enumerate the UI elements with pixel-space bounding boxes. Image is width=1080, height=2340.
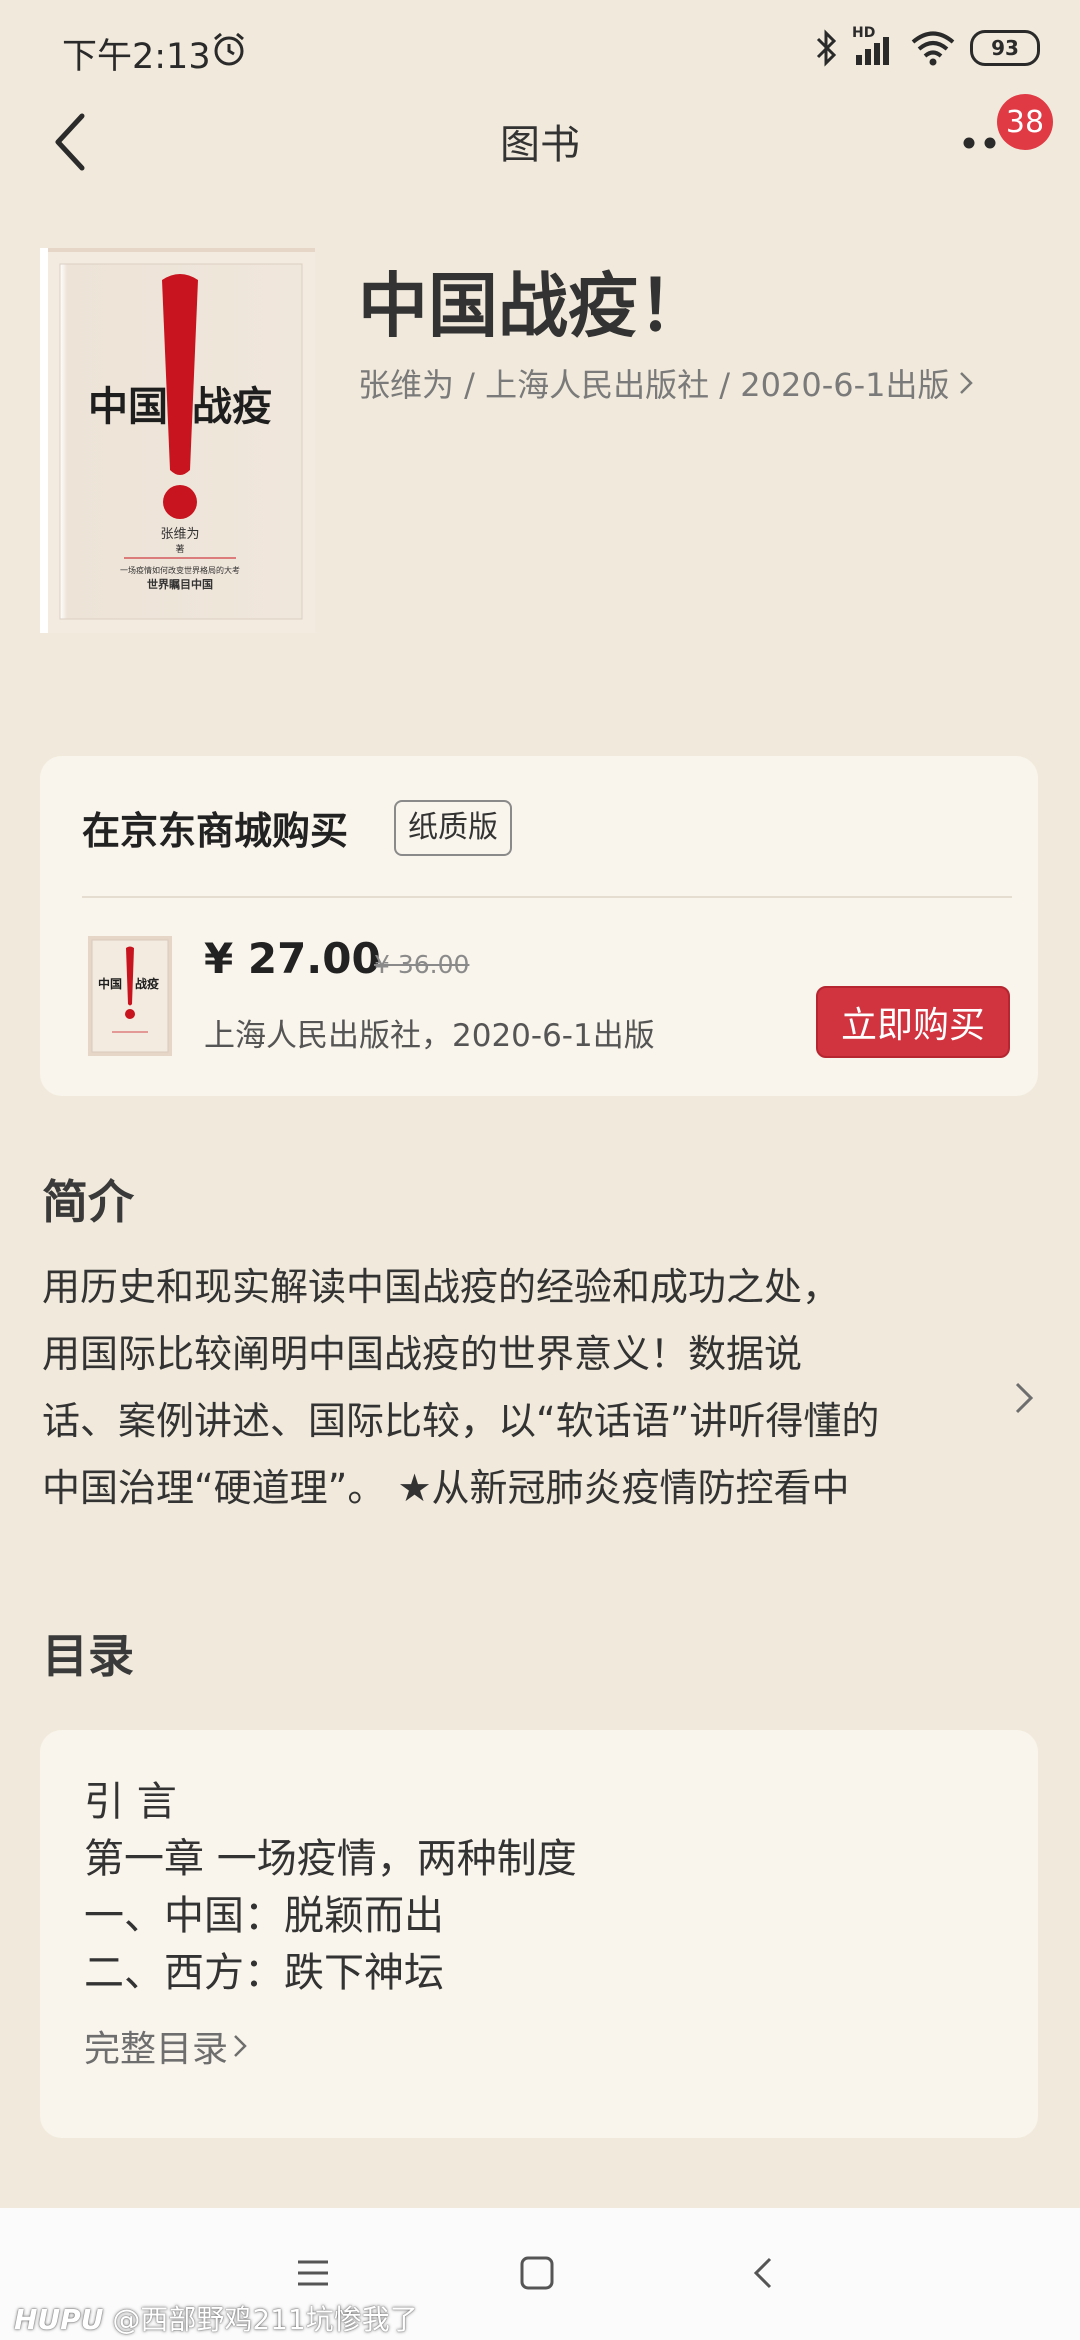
intro-text[interactable]: 用历史和现实解读中国战疫的经验和成功之处， 用国际比较阐明中国战疫的世界意义！数… [42, 1254, 992, 1522]
toc-item: 一、中国：脱颖而出 [84, 1893, 444, 1939]
intro-line: 用历史和现实解读中国战疫的经验和成功之处， [42, 1265, 841, 1309]
intro-expand-chevron-icon[interactable] [1012, 1378, 1036, 1418]
more-options-icon[interactable] [962, 136, 1006, 150]
status-icons: HD 93 [814, 25, 1040, 68]
cover-tagline: 一场疫情如何改变世界格局的大考 [120, 565, 240, 575]
cell-signal-icon: HD [852, 25, 896, 67]
thumb-title-left: 中国 [98, 976, 122, 991]
battery-level: 93 [991, 36, 1019, 60]
alarm-icon [214, 32, 244, 66]
wifi-icon [911, 31, 955, 66]
intro-heading: 简介 [42, 1175, 134, 1229]
publisher-info: 上海人民出版社，2020-6-1出版 [204, 1018, 655, 1054]
status-time: 下午2:13 [62, 37, 211, 77]
cover-title-right: 战疫 [192, 383, 272, 430]
buy-card-title: 在京东商城购买 [82, 809, 349, 853]
page-title: 图书 [500, 122, 580, 168]
divider [82, 896, 1012, 898]
book-meta-text: 张维为 / 上海人民出版社 / 2020-6-1出版 [358, 366, 950, 404]
chevron-right-icon [959, 372, 973, 394]
cover-author-suffix: 著 [175, 543, 184, 555]
chevron-right-icon [234, 2035, 247, 2057]
full-toc-link[interactable]: 完整目录 [84, 2020, 248, 2072]
toc-heading: 目录 [42, 1629, 134, 1683]
book-title: 中国战疫！ [358, 265, 708, 347]
toc-list: 引 言 第一章 一场疫情，两种制度 一、中国：脱颖而出 二、西方：跌下神坛 [84, 1774, 577, 2002]
cover-author: 张维为 [160, 527, 199, 542]
intro-line: 中国治理“硬道理”。 ★从新冠肺炎疫情防控看中 [42, 1466, 850, 1510]
watermark: HUPU @西部野鸡211坑惨我了 [14, 2298, 418, 2338]
notification-badge[interactable]: 38 [997, 94, 1053, 150]
original-price: ¥ 36.00 [374, 950, 470, 979]
thumb-title-right: 战疫 [135, 976, 159, 991]
intro-line: 话、案例讲述、国际比较，以“软话语”讲听得懂的 [42, 1399, 880, 1443]
menu-icon[interactable] [296, 2258, 330, 2288]
book-thumbnail[interactable]: 中国 战疫 [88, 936, 172, 1056]
cover-title-left: 中国 [88, 383, 168, 430]
edition-tag: 纸质版 [394, 800, 512, 856]
full-toc-label: 完整目录 [84, 2029, 229, 2070]
book-cover[interactable]: 中国 战疫 张维为 著 一场疫情如何改变世界格局的大考 世界瞩目中国 [40, 248, 315, 633]
status-bar: 下午2:13 HD 93 [0, 0, 1080, 96]
watermark-text: @西部野鸡211坑惨我了 [112, 2303, 418, 2336]
home-icon[interactable] [520, 2256, 554, 2290]
toc-item: 引 言 [84, 1779, 177, 1825]
buy-now-button[interactable]: 立即购买 [816, 986, 1010, 1058]
watermark-brand: HUPU [14, 2303, 104, 2336]
toc-item: 二、西方：跌下神坛 [84, 1950, 444, 1996]
intro-line: 用国际比较阐明中国战疫的世界意义！数据说 [42, 1332, 803, 1376]
cover-subtitle: 世界瞩目中国 [147, 577, 213, 591]
back-nav-icon[interactable] [752, 2256, 774, 2290]
bluetooth-icon [816, 29, 837, 67]
battery-icon: 93 [970, 30, 1040, 66]
toc-item: 第一章 一场疫情，两种制度 [84, 1836, 577, 1882]
book-meta-link[interactable]: 张维为 / 上海人民出版社 / 2020-6-1出版 [358, 360, 974, 406]
price: ¥ 27.00 [204, 934, 381, 983]
